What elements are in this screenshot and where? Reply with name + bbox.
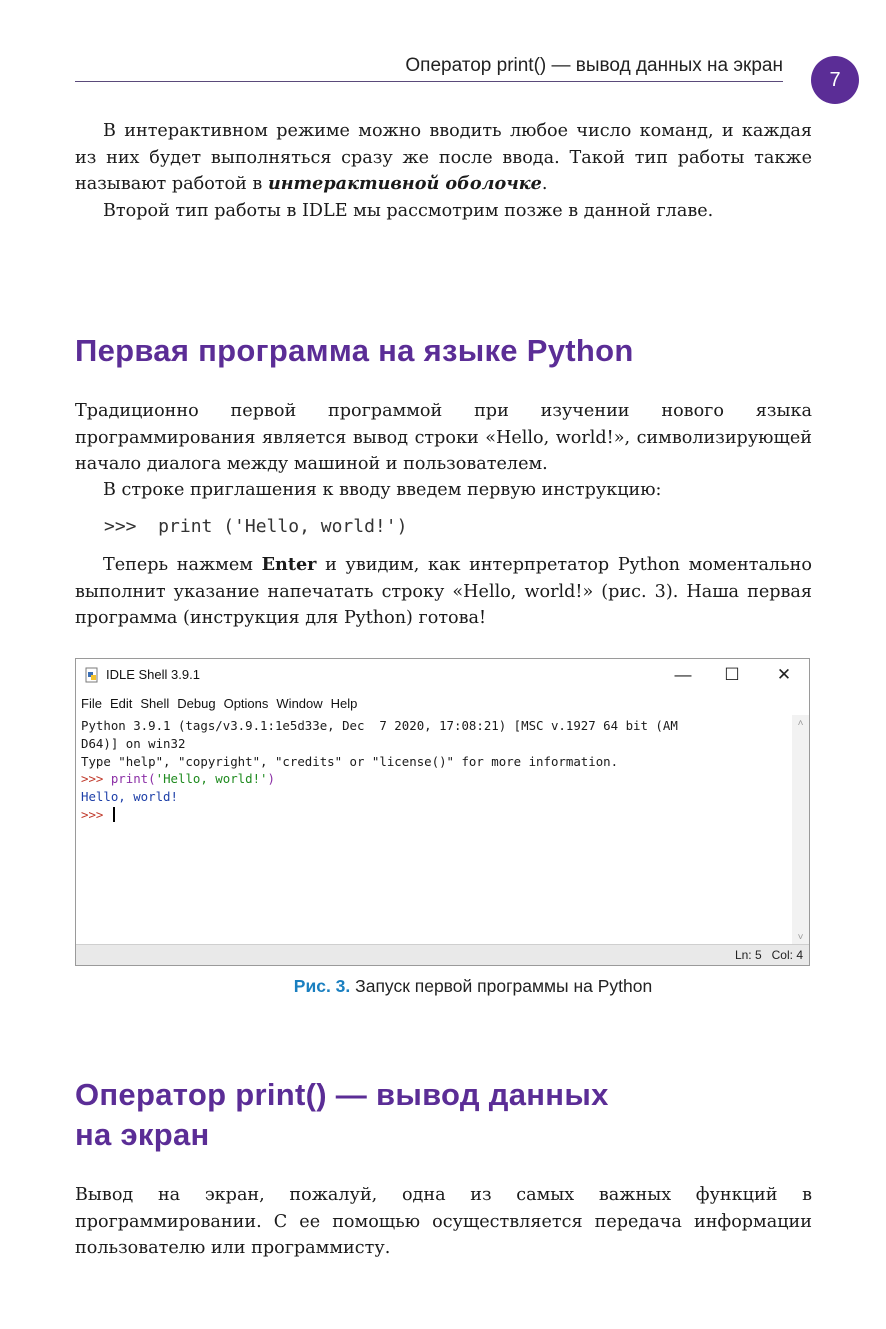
code-example: >>> print ('Hello, world!') — [104, 516, 408, 537]
maximize-button[interactable]: ☐ — [712, 663, 752, 687]
section1-paragraph-1: Традиционно первой программой при изучен… — [75, 401, 812, 474]
section1-paragraph-2: В строке приглашения к вводу введем перв… — [103, 480, 662, 500]
section1-paragraph-3: Теперь нажмем Enter и увидим, как интерп… — [75, 552, 812, 632]
menu-shell[interactable]: Shell — [135, 694, 172, 714]
window-title: IDLE Shell 3.9.1 — [106, 667, 200, 682]
running-header: Оператор print() — вывод данных на экран — [75, 52, 783, 82]
shell-prompt-current: >>> — [81, 806, 111, 822]
heading-line-2: на экран — [75, 1117, 210, 1152]
program-output: Hello, world! — [81, 789, 178, 805]
window-titlebar[interactable]: IDLE Shell 3.9.1 — ☐ ✕ — [76, 659, 809, 692]
close-button[interactable]: ✕ — [764, 663, 804, 687]
shell-text-area[interactable]: Python 3.9.1 (tags/v3.9.1:1e5d33e, Dec 7… — [76, 715, 792, 945]
text-cursor — [112, 806, 115, 822]
shell-prompt: >>> — [81, 771, 111, 787]
heading-line-1: Оператор print() — вывод данных — [75, 1077, 609, 1112]
section-heading-print-operator: Оператор print() — вывод данных на экран — [75, 1075, 609, 1155]
enter-key-text: Enter — [261, 554, 317, 575]
cursor-position: Ln: 5 Col: 4 — [734, 948, 803, 962]
page-number: 7 — [811, 56, 859, 104]
scroll-down-icon[interactable]: ˅ — [792, 929, 809, 945]
figure-caption-text: Запуск первой программы на Python — [350, 976, 653, 996]
menu-bar: File Edit Shell Debug Options Window Hel… — [76, 694, 809, 714]
vertical-scrollbar[interactable]: ˄ ˅ — [792, 715, 809, 945]
intro-paragraph-1: В интерактивном режиме можно вводить люб… — [75, 118, 812, 198]
menu-edit[interactable]: Edit — [105, 694, 135, 714]
menu-options[interactable]: Options — [219, 694, 272, 714]
banner-line-2: D64)] on win32 — [81, 735, 186, 751]
intro-paragraph-2: Второй тип работы в IDLE мы рассмотрим п… — [103, 201, 714, 221]
intro-end: . — [541, 174, 548, 194]
intro-emphasis: интерактивной оболочке — [267, 173, 542, 194]
menu-help[interactable]: Help — [326, 694, 361, 714]
command-string: 'Hello, world!' — [155, 771, 268, 787]
scroll-up-icon[interactable]: ˄ — [792, 715, 809, 731]
menu-file[interactable]: File — [76, 694, 105, 714]
idle-shell-window: IDLE Shell 3.9.1 — ☐ ✕ File Edit Shell D… — [75, 658, 810, 966]
minimize-button[interactable]: — — [663, 663, 703, 687]
figure-label: Рис. 3. — [293, 976, 351, 996]
running-title: Оператор print() — вывод данных на экран — [405, 55, 783, 76]
command-close: ) — [267, 771, 275, 787]
status-bar: Ln: 5 Col: 4 — [76, 944, 809, 965]
banner-line-1: Python 3.9.1 (tags/v3.9.1:1e5d33e, Dec 7… — [81, 718, 678, 733]
figure-caption: Рис. 3. Запуск первой программы на Pytho… — [0, 976, 886, 997]
p3-start: Теперь нажмем — [103, 555, 262, 575]
menu-window[interactable]: Window — [271, 694, 325, 714]
idle-app-icon — [85, 667, 98, 683]
menu-debug[interactable]: Debug — [172, 694, 218, 714]
section2-paragraph-1: Вывод на экран, пожалуй, одна из самых в… — [75, 1185, 812, 1258]
section-heading-first-program: Первая программа на языке Python — [75, 333, 634, 368]
command-function: print( — [110, 771, 156, 787]
banner-line-3: Type "help", "copyright", "credits" or "… — [81, 753, 619, 769]
